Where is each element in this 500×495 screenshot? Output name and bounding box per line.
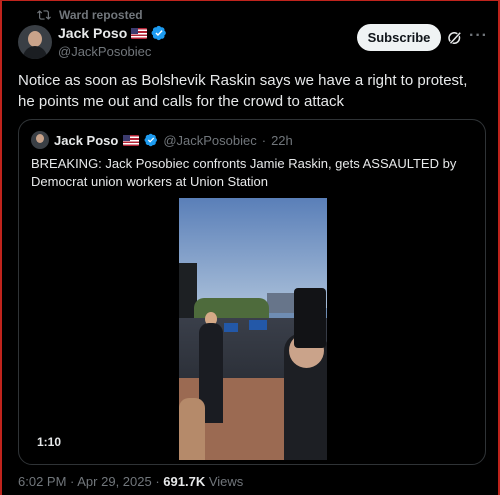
verified-badge-icon[interactable] — [151, 25, 167, 41]
quoted-post[interactable]: Jack Poso @JackPosobiec · 22h BREAKING: … — [18, 119, 486, 465]
grok-icon[interactable] — [446, 29, 464, 47]
post-meta: 6:02 PM · Apr 29, 2025 · 691.7K Views — [18, 474, 243, 489]
views-label: Views — [208, 474, 244, 489]
quoted-post-text: BREAKING: Jack Posobiec confronts Jamie … — [31, 156, 457, 189]
meta-separator: · — [66, 474, 78, 489]
post-time[interactable]: 6:02 PM — [18, 474, 66, 489]
author-info[interactable]: Jack Poso @JackPosobiec — [58, 25, 167, 59]
quoted-video[interactable] — [179, 198, 327, 460]
views-count[interactable]: 691.7K — [163, 474, 205, 489]
video-duration: 1:10 — [37, 435, 62, 449]
subscribe-button[interactable]: Subscribe — [357, 24, 441, 51]
meta-separator: · — [151, 474, 164, 489]
us-flag-icon — [123, 134, 140, 146]
post-date[interactable]: Apr 29, 2025 — [77, 474, 151, 489]
author-handle[interactable]: @JackPosobiec — [58, 44, 167, 59]
us-flag-icon — [131, 27, 148, 39]
quoted-separator: · — [261, 132, 267, 148]
author-avatar[interactable] — [18, 25, 52, 59]
quoted-author-avatar[interactable] — [31, 131, 49, 149]
repost-icon — [37, 10, 51, 20]
author-name[interactable]: Jack Poso — [58, 25, 127, 41]
quoted-author-name[interactable]: Jack Poso — [54, 133, 118, 148]
verified-badge-icon — [144, 133, 158, 147]
quoted-timestamp[interactable]: 22h — [271, 133, 293, 148]
quoted-author-handle[interactable]: @JackPosobiec — [163, 133, 256, 148]
post-text: Notice as soon as Bolshevik Raskin says … — [18, 72, 468, 110]
repost-label: Ward reposted — [59, 8, 143, 22]
repost-indicator[interactable]: Ward reposted — [37, 8, 143, 22]
more-options-icon[interactable]: ··· — [469, 27, 488, 45]
